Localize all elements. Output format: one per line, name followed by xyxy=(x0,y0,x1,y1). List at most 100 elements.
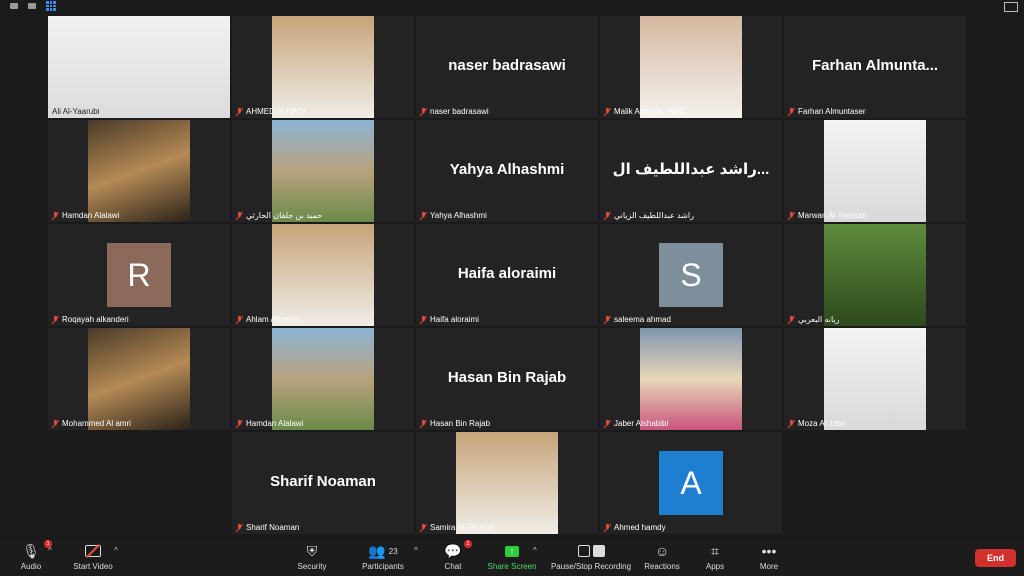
participant-name-label: Mohammed Al amri xyxy=(52,419,131,428)
participant-display-name: Sharif Noaman xyxy=(270,472,376,490)
participant-label-text: Moza Al Jabri xyxy=(798,419,847,428)
participant-tile[interactable]: R Roqayah alkanderi xyxy=(48,224,230,326)
fullscreen-icon[interactable] xyxy=(1004,2,1018,12)
muted-microphone-icon xyxy=(236,419,243,428)
apps-icon: ⌗ xyxy=(711,542,719,559)
avatar: R xyxy=(107,243,171,307)
participant-tile[interactable]: Farhan Almunta... Farhan Almuntaser xyxy=(784,16,966,118)
participants-button[interactable]: 👥 23 Participants xyxy=(358,542,408,572)
participant-tile[interactable]: Moza Al Jabri xyxy=(784,328,966,430)
participant-tile[interactable]: Ssaleema ahmad xyxy=(600,224,782,326)
recording-label: Pause/Stop Recording xyxy=(550,562,632,571)
participant-tile[interactable]: Samira Al-Shukaili xyxy=(416,432,598,534)
participant-tile[interactable]: Ali Al-Yaarubi xyxy=(48,16,230,118)
audio-button[interactable]: 🎙 1 Audio xyxy=(14,540,52,571)
participant-name-label: راشد عبداللطيف الزياني xyxy=(604,211,694,220)
participant-tile[interactable]: Ahlam Alkamici xyxy=(232,224,414,326)
participant-tile[interactable]: حميد بن جلفان الحارثي xyxy=(232,120,414,222)
participants-count: 23 xyxy=(388,546,398,556)
participants-options-caret[interactable]: ^ xyxy=(414,546,418,555)
audio-label: Audio xyxy=(20,562,42,571)
participant-name-label: Malik Alghafri - NYC xyxy=(604,107,686,116)
share-screen-button[interactable]: ↑ Share Screen xyxy=(486,542,538,571)
muted-microphone-icon xyxy=(420,211,427,220)
video-options-caret[interactable]: ^ xyxy=(114,546,118,555)
end-meeting-button[interactable]: End xyxy=(975,549,1016,567)
start-video-button[interactable]: Start Video xyxy=(68,542,118,571)
muted-microphone-icon xyxy=(788,107,795,116)
security-button[interactable]: ⛨ Security xyxy=(294,542,330,572)
muted-microphone-icon xyxy=(420,419,427,428)
top-bar xyxy=(0,0,1024,14)
gallery-view-icon[interactable] xyxy=(46,1,56,11)
audio-options-caret[interactable]: ^ xyxy=(48,546,52,555)
participant-tile[interactable]: Hasan Bin Rajab Hasan Bin Rajab xyxy=(416,328,598,430)
chat-button[interactable]: 💬 1 Chat xyxy=(438,540,472,571)
participant-photo xyxy=(88,120,190,222)
participant-label-text: Sharif Noaman xyxy=(246,523,300,532)
participant-name-label: Hamdan Alalawi xyxy=(52,211,119,220)
participant-tile[interactable]: Sharif Noaman Sharif Noaman xyxy=(232,432,414,534)
participant-display-name: Haifa aloraimi xyxy=(457,264,557,282)
muted-microphone-icon xyxy=(420,315,427,324)
muted-microphone-icon xyxy=(604,107,611,116)
muted-microphone-icon xyxy=(52,211,59,220)
participant-tile[interactable]: Haifa aloraimi Haifa aloraimi xyxy=(416,224,598,326)
participant-photo xyxy=(824,120,926,222)
participant-photo xyxy=(456,432,558,534)
participant-photo xyxy=(272,16,374,118)
reactions-button[interactable]: ☺ Reactions xyxy=(642,542,682,571)
participant-tile[interactable]: naser badrasawi naser badrasawi xyxy=(416,16,598,118)
apps-label: Apps xyxy=(705,562,725,571)
participant-name-label: Jaber Alshabibi xyxy=(604,419,668,428)
participant-name-label: saleema ahmad xyxy=(604,315,671,324)
window-icon[interactable] xyxy=(28,3,36,9)
more-button[interactable]: ••• More xyxy=(754,542,784,571)
participant-label-text: Ali Al-Yaarubi xyxy=(52,107,100,116)
participant-display-name: Yahya Alhashmi xyxy=(449,160,565,178)
participant-tile[interactable]: A Ahmed hamdy xyxy=(600,432,782,534)
participant-tile[interactable]: Hamdan Alalawi xyxy=(232,328,414,430)
apps-button[interactable]: ⌗ Apps xyxy=(700,542,730,572)
participant-name-label: Ali Al-Yaarubi xyxy=(52,107,99,116)
share-options-caret[interactable]: ^ xyxy=(533,546,537,555)
participant-label-text: Malik Alghafri - NYC xyxy=(614,107,686,116)
participant-label-text: AHMED ALHADI xyxy=(246,107,306,116)
participant-photo xyxy=(824,328,926,430)
participants-label: Participants xyxy=(362,562,404,571)
meeting-toolbar: 🎙 1 Audio ^ Start Video ^ ⛨ Security 👥 23 … xyxy=(0,540,1024,576)
avatar: A xyxy=(659,451,723,515)
participant-name-label: Sharif Noaman xyxy=(236,523,299,532)
muted-microphone-icon xyxy=(788,211,795,220)
participant-display-name: Farhan Almunta... xyxy=(811,56,939,74)
participant-tile[interactable]: Yahya Alhashmi Yahya Alhashmi xyxy=(416,120,598,222)
participant-name-label: Hasan Bin Rajab xyxy=(420,419,490,428)
chat-label: Chat xyxy=(444,562,462,571)
participant-name-label: Hamdan Alalawi xyxy=(236,419,303,428)
muted-microphone-icon xyxy=(52,315,59,324)
participant-tile[interactable]: راشد عبداللطيف ال... راشد عبداللطيف الزيا… xyxy=(600,120,782,222)
participant-tile[interactable]: AHMED ALHADI xyxy=(232,16,414,118)
participant-tile[interactable]: Malik Alghafri - NYC xyxy=(600,16,782,118)
muted-microphone-icon xyxy=(604,211,611,220)
participant-name-label: AHMED ALHADI xyxy=(236,107,306,116)
participant-tile[interactable]: Hamdan Alalawi xyxy=(48,120,230,222)
share-screen-icon: ↑ xyxy=(486,542,538,560)
participant-display-name: naser badrasawi xyxy=(448,56,566,74)
recording-button[interactable]: Pause/Stop Recording xyxy=(548,542,634,571)
participant-tile[interactable]: Mohammed Al amri xyxy=(48,328,230,430)
security-label: Security xyxy=(297,562,327,571)
muted-microphone-icon xyxy=(788,419,795,428)
participant-tile[interactable]: ريانه البعربي xyxy=(784,224,966,326)
window-icon[interactable] xyxy=(10,3,18,9)
participant-tile[interactable]: Jaber Alshabibi xyxy=(600,328,782,430)
avatar: S xyxy=(659,243,723,307)
participant-tile[interactable]: Marwan Al Yaqoubi xyxy=(784,120,966,222)
participant-label-text: Samira Al-Shukaili xyxy=(430,523,495,532)
participant-photo xyxy=(88,328,190,430)
participant-label-text: Jaber Alshabibi xyxy=(614,419,669,428)
participant-video xyxy=(48,16,230,118)
muted-microphone-icon xyxy=(236,211,243,220)
participant-photo xyxy=(640,16,742,118)
participant-name-label: Ahmed hamdy xyxy=(604,523,666,532)
